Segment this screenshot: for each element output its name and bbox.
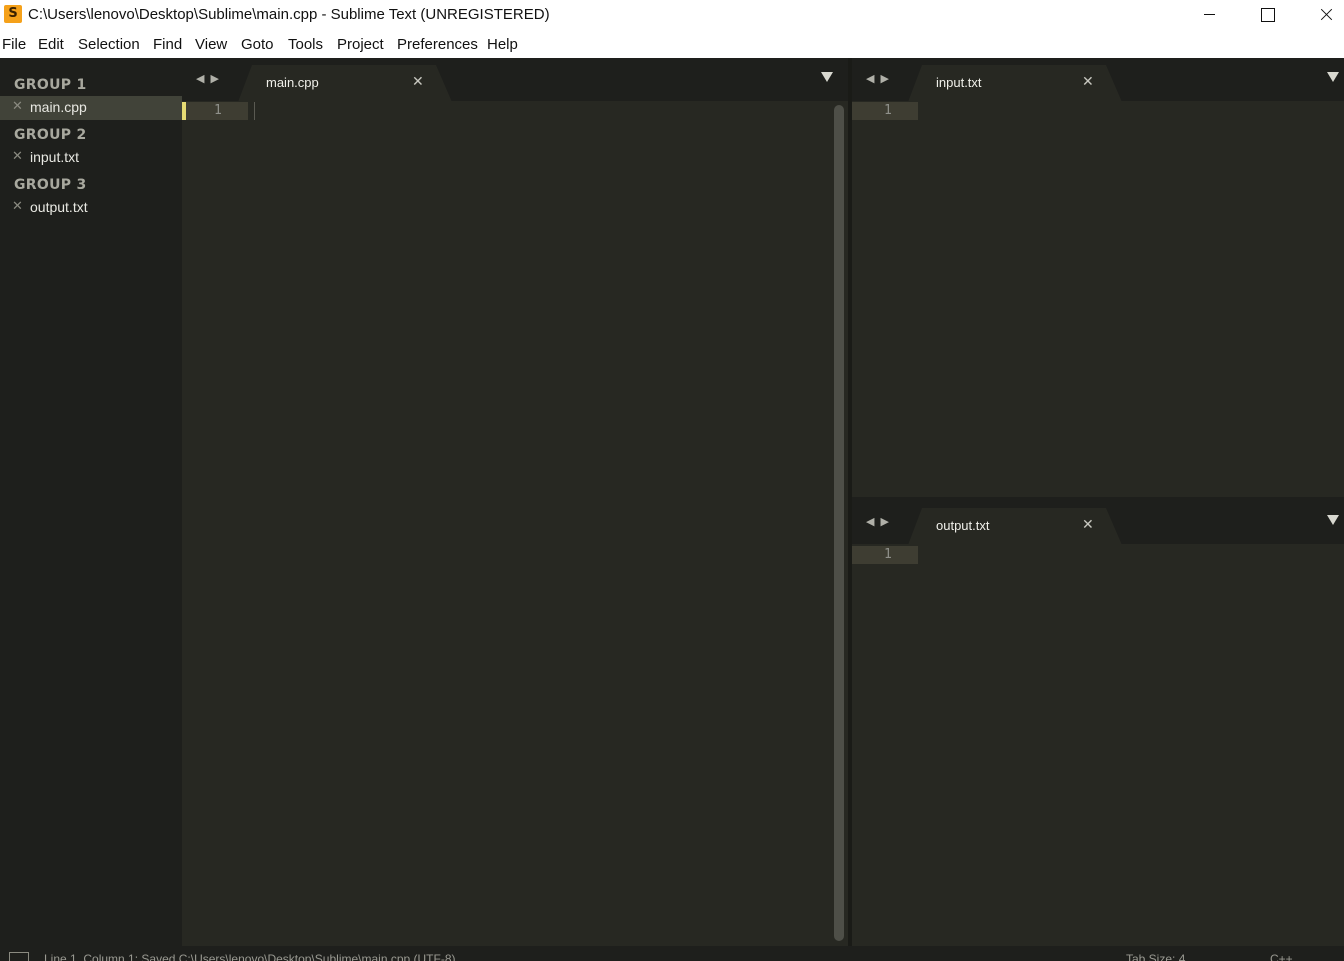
tab-output-txt[interactable]: output.txt ✕: [908, 508, 1124, 545]
status-bar: Line 1, Column 1; Saved C:\Users\lenovo\…: [0, 946, 1344, 961]
sidebar-group-label: GROUP 1: [14, 77, 87, 93]
sidebar-open-files: GROUP 1 ✕ main.cpp GROUP 2 ✕ input.txt G…: [0, 58, 182, 946]
sidebar-file-label: main.cpp: [30, 99, 87, 115]
title-bar: S C:\Users\lenovo\Desktop\Sublime\main.c…: [0, 0, 1344, 31]
tab-dropdown-icon[interactable]: [821, 72, 833, 82]
status-position: Line 1, Column 1; Saved C:\Users\lenovo\…: [44, 952, 456, 961]
line-number: 1: [884, 103, 892, 118]
tab-dropdown-icon[interactable]: [1327, 515, 1339, 525]
editor-input-txt[interactable]: 1: [852, 101, 1344, 497]
editor-output-txt[interactable]: 1: [852, 544, 1344, 946]
tab-dropdown-icon[interactable]: [1327, 72, 1339, 82]
sidebar-file-output-txt[interactable]: ✕ output.txt: [0, 196, 182, 220]
text-cursor: [254, 102, 255, 120]
tab-strip-output: ◀▶ output.txt ✕: [852, 501, 1344, 545]
tab-input-txt[interactable]: input.txt ✕: [908, 65, 1124, 102]
sidebar-file-label: output.txt: [30, 199, 88, 215]
status-tab-size[interactable]: Tab Size: 4: [1126, 952, 1185, 961]
tab-label: input.txt: [936, 75, 982, 90]
vertical-scrollbar[interactable]: [834, 105, 844, 941]
panel-toggle-icon[interactable]: [9, 952, 29, 961]
line-number: 1: [214, 103, 222, 118]
menu-help[interactable]: Help: [487, 36, 518, 54]
tab-close-icon[interactable]: ✕: [1082, 516, 1094, 534]
menu-view[interactable]: View: [195, 36, 227, 54]
tab-nav-arrows-icon[interactable]: ◀▶: [866, 72, 895, 86]
sublime-logo-icon: S: [4, 5, 22, 23]
menu-tools[interactable]: Tools: [288, 36, 323, 54]
menu-file[interactable]: File: [2, 36, 26, 54]
tab-label: main.cpp: [266, 75, 319, 90]
sidebar-file-label: input.txt: [30, 149, 80, 165]
menu-goto[interactable]: Goto: [241, 36, 274, 54]
status-syntax[interactable]: C++: [1270, 952, 1293, 961]
tab-strip-main: ◀▶ main.cpp ✕: [182, 58, 848, 102]
menu-project[interactable]: Project: [337, 36, 384, 54]
close-icon[interactable]: ✕: [12, 98, 23, 116]
close-icon[interactable]: ✕: [12, 148, 23, 166]
tab-nav-arrows-icon[interactable]: ◀▶: [866, 515, 895, 529]
sidebar-file-main-cpp[interactable]: ✕ main.cpp: [0, 96, 182, 120]
menu-selection[interactable]: Selection: [78, 36, 140, 54]
menu-find[interactable]: Find: [153, 36, 182, 54]
tab-strip-input: ◀▶ input.txt ✕: [852, 58, 1344, 102]
line-number: 1: [884, 547, 892, 562]
maximize-button[interactable]: [1239, 0, 1297, 31]
tab-label: output.txt: [936, 518, 990, 533]
menu-edit[interactable]: Edit: [38, 36, 64, 54]
sidebar-group-label: GROUP 3: [14, 177, 87, 193]
tab-close-icon[interactable]: ✕: [1082, 73, 1094, 91]
editor-main-cpp[interactable]: 1: [182, 101, 848, 946]
menu-bar: File Edit Selection Find View Goto Tools…: [0, 31, 1344, 58]
tab-main-cpp[interactable]: main.cpp ✕: [238, 65, 454, 102]
tab-close-icon[interactable]: ✕: [412, 73, 424, 91]
minimize-button[interactable]: [1181, 0, 1239, 31]
sidebar-file-input-txt[interactable]: ✕ input.txt: [0, 146, 182, 170]
window-title: C:\Users\lenovo\Desktop\Sublime\main.cpp…: [28, 6, 550, 23]
sidebar-group-label: GROUP 2: [14, 127, 87, 143]
close-icon[interactable]: ✕: [12, 198, 23, 216]
menu-preferences[interactable]: Preferences: [397, 36, 478, 54]
close-window-button[interactable]: [1297, 0, 1344, 31]
tab-nav-arrows-icon[interactable]: ◀▶: [196, 72, 225, 86]
